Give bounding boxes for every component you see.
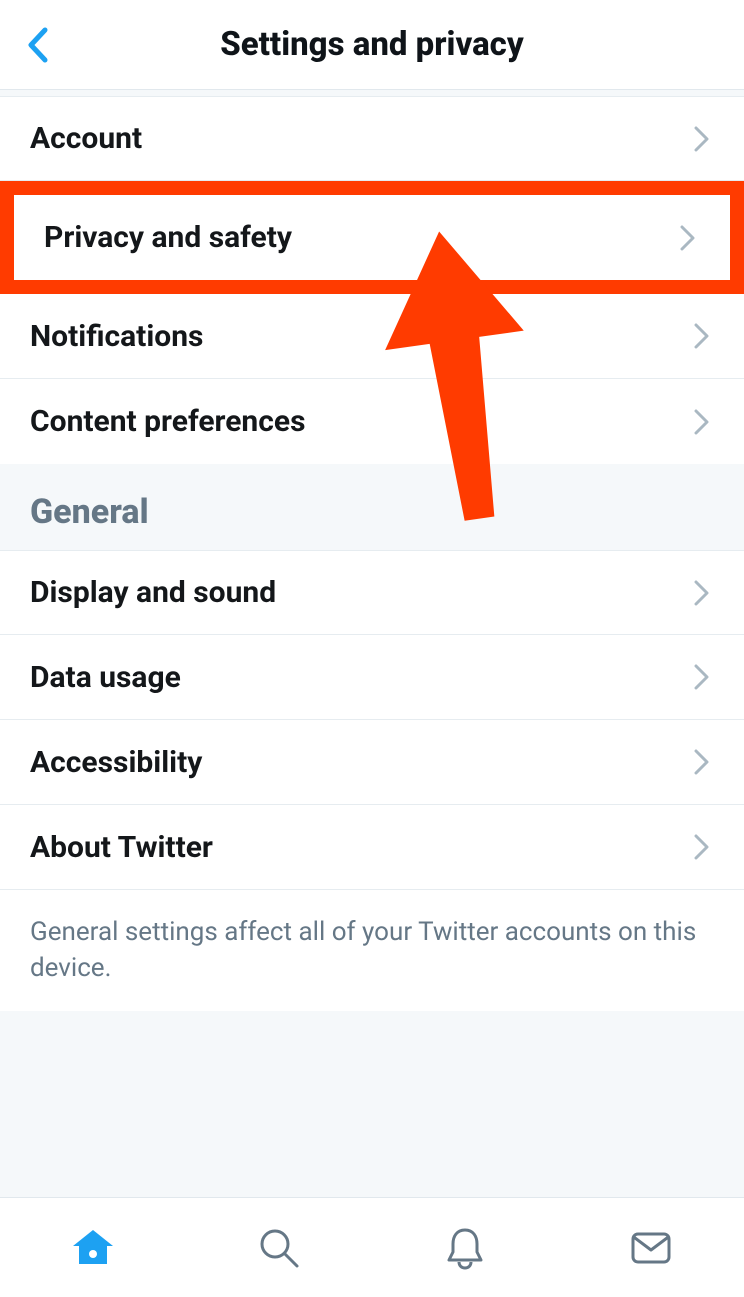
tab-notifications[interactable]	[437, 1220, 493, 1276]
search-icon	[255, 1224, 303, 1272]
chevron-right-icon	[690, 665, 714, 689]
settings-row-data-usage[interactable]: Data usage	[0, 635, 744, 720]
settings-row-accessibility[interactable]: Accessibility	[0, 720, 744, 805]
settings-row-label: About Twitter	[30, 830, 213, 865]
tab-messages[interactable]	[623, 1220, 679, 1276]
settings-row-label: Display and sound	[30, 575, 276, 610]
chevron-right-icon	[690, 324, 714, 348]
home-icon	[69, 1224, 117, 1272]
section-title: General	[30, 492, 714, 532]
chevron-right-icon	[690, 835, 714, 859]
envelope-icon	[627, 1224, 675, 1272]
settings-row-label: Notifications	[30, 319, 203, 354]
general-section: Display and sound Data usage Accessibili…	[0, 550, 744, 1011]
highlight-annotation: Privacy and safety	[0, 181, 744, 294]
settings-row-label: Account	[30, 121, 142, 156]
section-footer: General settings affect all of your Twit…	[0, 890, 744, 1011]
back-button[interactable]	[18, 25, 58, 65]
header: Settings and privacy	[0, 0, 744, 90]
chevron-right-icon	[690, 581, 714, 605]
tab-search[interactable]	[251, 1220, 307, 1276]
settings-row-about-twitter[interactable]: About Twitter	[0, 805, 744, 890]
chevron-right-icon	[676, 226, 700, 250]
tab-bar	[0, 1197, 744, 1297]
tab-home[interactable]	[65, 1220, 121, 1276]
chevron-right-icon	[690, 410, 714, 434]
settings-row-display-sound[interactable]: Display and sound	[0, 550, 744, 635]
settings-row-notifications[interactable]: Notifications	[0, 294, 744, 379]
settings-content: Account Privacy and safety Notifications…	[0, 90, 744, 1197]
settings-row-label: Privacy and safety	[44, 220, 292, 255]
settings-row-label: Content preferences	[30, 404, 306, 439]
account-section: Account Privacy and safety Notifications…	[0, 96, 744, 464]
settings-row-account[interactable]: Account	[0, 96, 744, 181]
bell-icon	[441, 1224, 489, 1272]
page-title: Settings and privacy	[220, 25, 523, 64]
settings-row-label: Data usage	[30, 660, 181, 695]
settings-row-privacy-safety[interactable]: Privacy and safety	[14, 195, 730, 280]
section-header-general: General	[0, 464, 744, 550]
chevron-right-icon	[690, 750, 714, 774]
settings-row-content-preferences[interactable]: Content preferences	[0, 379, 744, 464]
settings-row-label: Accessibility	[30, 745, 202, 780]
chevron-right-icon	[690, 127, 714, 151]
chevron-left-icon	[25, 26, 51, 64]
